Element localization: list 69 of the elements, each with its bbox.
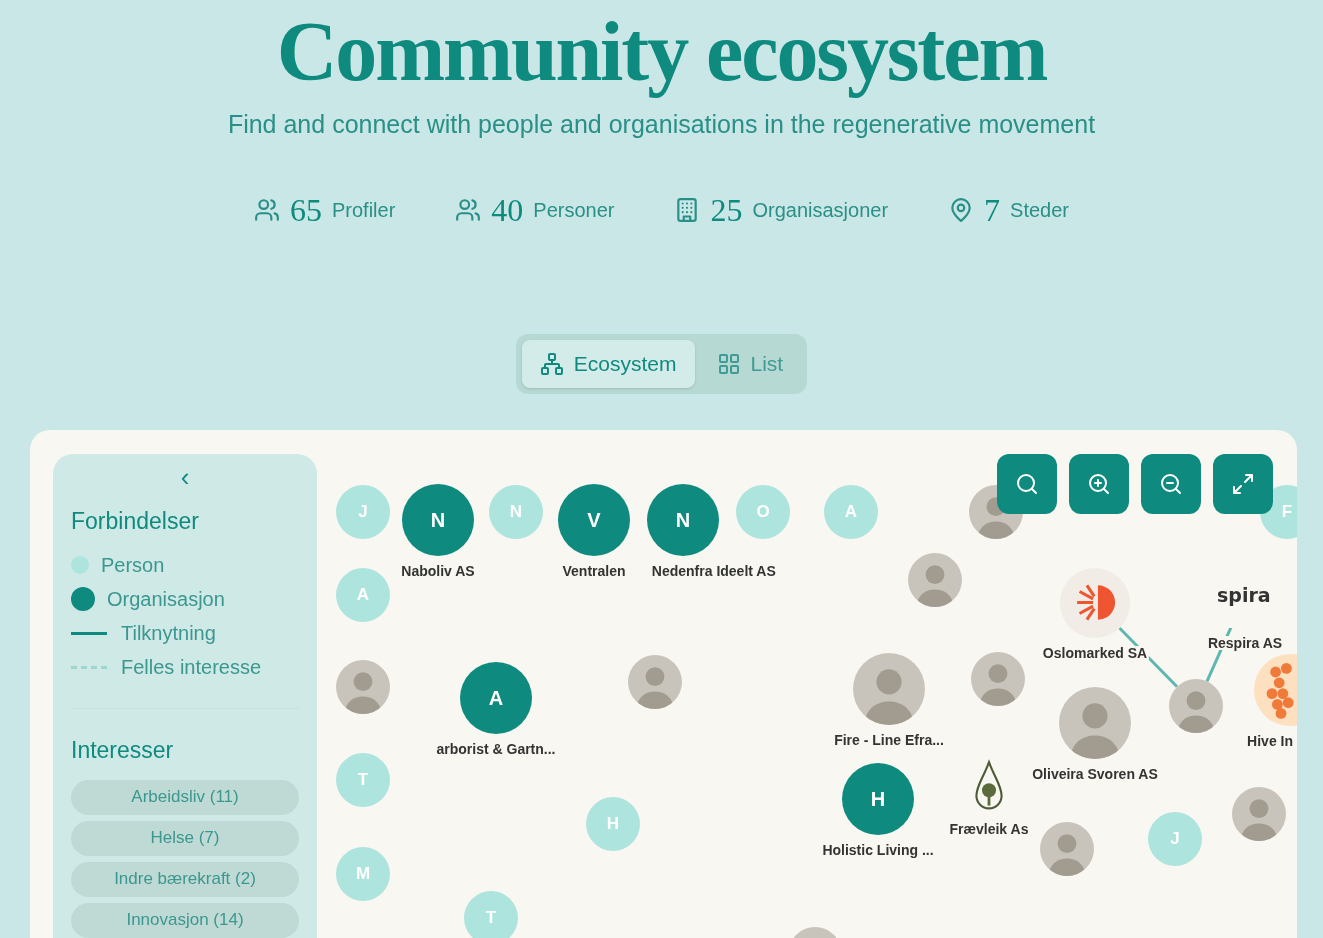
dashed-line-icon <box>71 665 107 669</box>
legend-label: Person <box>101 553 165 578</box>
legend-label: Tilknytning <box>121 621 216 646</box>
organisation-node[interactable]: N <box>402 483 474 556</box>
people-icon <box>455 196 482 223</box>
interest-filter[interactable]: Arbeidsliv (11) <box>71 779 299 815</box>
zoom-in-icon <box>1087 471 1111 496</box>
node-label: Fire - Line Efra... <box>832 732 946 747</box>
node-label: Frævleik As <box>947 821 1031 836</box>
stat-value: 40 <box>491 193 524 226</box>
expand-button[interactable] <box>1213 453 1273 514</box>
stat-label: Profiler <box>331 197 396 223</box>
collapse-button[interactable]: ‹ <box>172 463 198 490</box>
node-label: Respira AS <box>1205 635 1285 650</box>
page-subtitle: Find and connect with people and organisations in the regenerative movement <box>227 109 1096 140</box>
search-button[interactable] <box>997 453 1057 514</box>
grid-icon <box>716 351 741 376</box>
people-icon <box>253 196 280 223</box>
legend-label: Felles interesse <box>121 655 262 680</box>
stat-value: 65 <box>289 193 322 226</box>
person-node[interactable]: N <box>489 484 543 539</box>
stat-label: Personer <box>533 197 615 223</box>
interest-filter[interactable]: Innovasjon (14) <box>71 902 299 938</box>
organisation-node[interactable]: V <box>558 483 630 556</box>
zoom-in-button[interactable] <box>1069 453 1129 514</box>
person-node[interactable]: T <box>336 752 390 807</box>
stat-value: 25 <box>710 193 743 226</box>
interest-filter[interactable]: Helse (7) <box>71 820 299 856</box>
stat-label: Steder <box>1010 197 1070 223</box>
avatar-placeholder[interactable] <box>1040 821 1094 876</box>
node-label: Oliveira Svoren AS <box>1030 766 1160 781</box>
organisation-node[interactable]: A <box>460 661 532 734</box>
node-label: Naboliv AS <box>399 563 477 578</box>
avatar-placeholder[interactable] <box>1169 678 1223 733</box>
avatar-placeholder[interactable] <box>336 659 390 714</box>
legend-title: Forbindelser <box>71 506 200 536</box>
stat-label: Organisasjoner <box>752 197 889 223</box>
solid-line-icon <box>71 631 107 635</box>
person-node[interactable]: A <box>824 484 878 539</box>
organisation-node[interactable]: N <box>647 483 719 556</box>
view-tab[interactable]: Ecosystem <box>521 339 695 388</box>
node-label: Oslomarked SA <box>1040 645 1150 660</box>
person-node[interactable]: A <box>336 567 390 622</box>
person-node[interactable]: T <box>464 890 518 938</box>
avatar-placeholder[interactable] <box>1232 786 1286 841</box>
interest-filter[interactable]: Indre bærekraft (2) <box>71 861 299 897</box>
organisation-node[interactable]: H <box>842 762 914 835</box>
interests-title: Interesser <box>71 736 175 765</box>
person-node[interactable]: J <box>336 484 390 539</box>
expand-icon <box>1231 471 1255 496</box>
person-node[interactable]: O <box>736 484 790 539</box>
avatar-placeholder[interactable] <box>908 552 962 607</box>
zoom-out-icon <box>1159 471 1183 496</box>
person-node[interactable]: J <box>1148 811 1202 866</box>
search-icon <box>1015 471 1039 496</box>
legend-label: Organisasjon <box>107 587 225 612</box>
stat-value: 7 <box>984 193 1001 226</box>
avatar-placeholder[interactable] <box>628 654 682 709</box>
node-label: arborist & Gartn... <box>434 741 558 756</box>
view-tab[interactable]: List <box>698 339 802 388</box>
network-icon <box>539 351 564 376</box>
person-node[interactable]: M <box>336 846 390 901</box>
node-label: Hive In <box>1245 733 1295 748</box>
person-node[interactable]: H <box>586 796 640 851</box>
node-label: Holistic Living ... <box>820 842 936 857</box>
node-label: Ventralen <box>560 563 628 578</box>
node-label: Nedenfra Ideelt AS <box>649 563 778 578</box>
avatar-placeholder[interactable] <box>971 651 1025 706</box>
zoom-out-button[interactable] <box>1141 453 1201 514</box>
